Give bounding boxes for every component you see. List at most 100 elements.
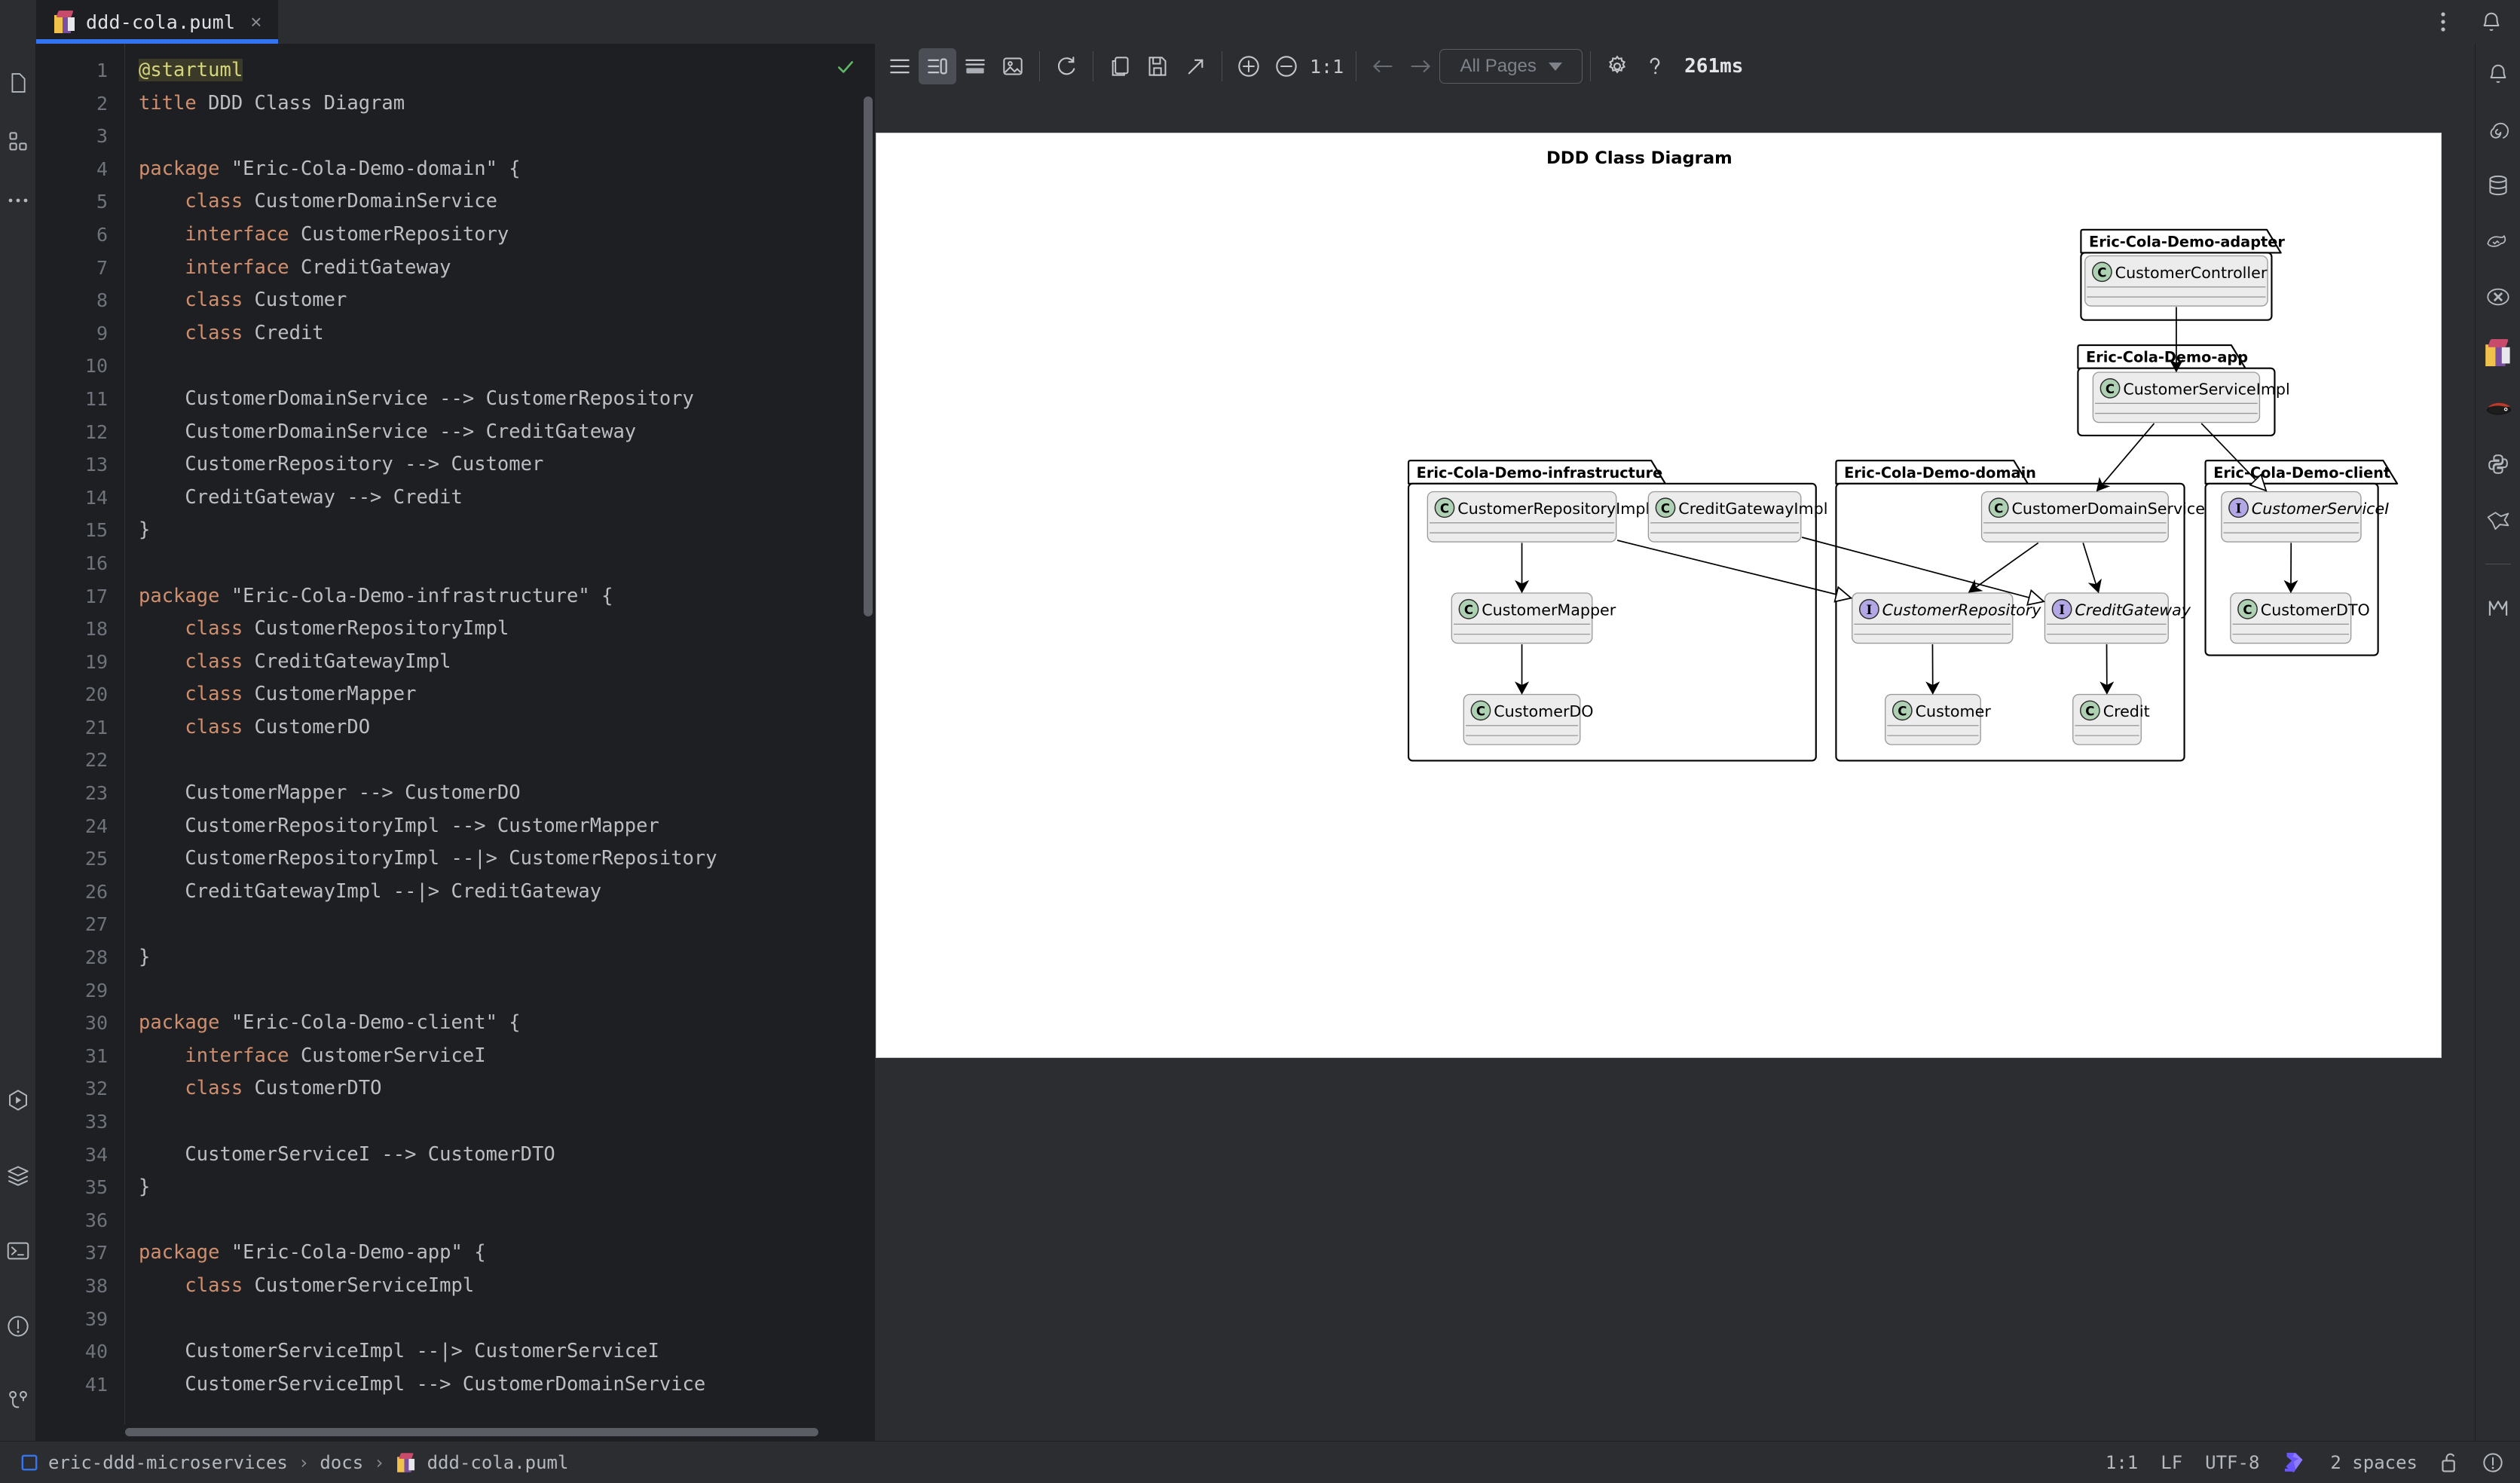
layout-stack-icon[interactable] <box>956 48 994 84</box>
sidebar-item-terminal[interactable] <box>2 1234 35 1267</box>
sidebar-item-run[interactable] <box>2 1084 35 1117</box>
code-line[interactable]: package "Eric-Cola-Demo-client" { <box>139 1007 875 1040</box>
code-line[interactable]: class CustomerMapper <box>139 678 875 711</box>
pages-selector[interactable]: All Pages <box>1439 49 1583 84</box>
code-line[interactable]: } <box>139 1171 875 1204</box>
diagram-canvas[interactable]: DDD Class Diagram Eric-Cola-Demo-adapter C… <box>876 133 2442 1058</box>
menu-icon[interactable] <box>881 48 919 84</box>
code-text[interactable]: @startuml title DDD Class Diagram package… <box>125 44 875 1424</box>
code-line[interactable]: CustomerRepositoryImpl --|> CustomerRepo… <box>139 842 875 876</box>
code-line[interactable]: package "Eric-Cola-Demo-infrastructure" … <box>139 580 875 613</box>
more-tool-windows-icon[interactable] <box>2 184 35 217</box>
spiral-ai-icon[interactable] <box>2482 113 2515 146</box>
code-line[interactable]: CustomerServiceI --> CustomerDTO <box>139 1139 875 1172</box>
notifications-bell-icon[interactable] <box>2482 57 2515 90</box>
sidebar-item-project[interactable] <box>2 66 35 99</box>
code-line[interactable]: title DDD Class Diagram <box>139 87 875 121</box>
open-external-icon[interactable] <box>1176 48 1214 84</box>
save-icon[interactable] <box>1139 48 1176 84</box>
code-line[interactable]: class CustomerDTO <box>139 1072 875 1105</box>
code-line[interactable]: class CustomerServiceImpl <box>139 1270 875 1303</box>
intellij-idea-icon[interactable] <box>2282 1450 2307 1475</box>
code-line[interactable]: interface CustomerRepository <box>139 219 875 252</box>
maven-icon[interactable] <box>2482 592 2515 625</box>
sidebar-item-structure[interactable] <box>2 125 35 158</box>
code-line[interactable]: @startuml <box>139 54 875 87</box>
class-box-CustomerDO[interactable]: C CustomerDO <box>1463 693 1594 745</box>
code-line[interactable]: CreditGatewayImpl --|> CreditGateway <box>139 876 875 909</box>
next-page-icon[interactable] <box>1402 48 1439 84</box>
plugins-icon[interactable] <box>2482 503 2515 537</box>
code-line[interactable] <box>139 120 875 153</box>
class-box-CreditGatewayImpl[interactable]: C CreditGatewayImpl <box>1647 491 1827 543</box>
more-options-icon[interactable] <box>2422 1 2464 43</box>
python-icon[interactable] <box>2482 448 2515 481</box>
class-box-CustomerRepositoryImpl[interactable]: C CustomerRepositoryImpl <box>1427 491 1650 543</box>
copy-icon[interactable] <box>1101 48 1139 84</box>
refresh-icon[interactable] <box>1047 48 1085 84</box>
code-line[interactable]: class CreditGatewayImpl <box>139 646 875 679</box>
database-icon[interactable] <box>2482 169 2515 202</box>
code-line[interactable] <box>139 974 875 1008</box>
layout-split-icon[interactable] <box>919 48 956 84</box>
zoom-in-icon[interactable] <box>1230 48 1268 84</box>
inspection-warning-icon[interactable] <box>2482 1452 2503 1473</box>
mongodb-icon[interactable] <box>2482 225 2515 258</box>
notifications-icon[interactable] <box>2470 1 2512 43</box>
code-line[interactable]: class CustomerRepositoryImpl <box>139 613 875 646</box>
diagram-title: DDD Class Diagram <box>1546 148 1732 168</box>
code-line[interactable] <box>139 1204 875 1237</box>
code-line[interactable]: class Customer <box>139 284 875 317</box>
class-box-Credit[interactable]: C Credit <box>2072 693 2150 745</box>
code-line[interactable]: class CustomerDO <box>139 711 875 745</box>
code-line[interactable]: CreditGateway --> Credit <box>139 482 875 515</box>
code-line[interactable]: CustomerRepositoryImpl --> CustomerMappe… <box>139 810 875 843</box>
code-line[interactable]: CustomerMapper --> CustomerDO <box>139 777 875 810</box>
file-encoding[interactable]: UTF-8 <box>2205 1452 2259 1473</box>
line-separator[interactable]: LF <box>2161 1452 2182 1473</box>
code-line[interactable]: CustomerServiceImpl --|> CustomerService… <box>139 1335 875 1368</box>
code-line[interactable]: class CustomerDomainService <box>139 185 875 219</box>
code-line[interactable]: package "Eric-Cola-Demo-app" { <box>139 1237 875 1270</box>
zoom-out-icon[interactable] <box>1268 48 1305 84</box>
code-line[interactable]: package "Eric-Cola-Demo-domain" { <box>139 153 875 186</box>
code-line[interactable] <box>139 908 875 941</box>
code-line[interactable] <box>139 1303 875 1336</box>
settings-gear-icon[interactable] <box>1598 48 1636 84</box>
caret-position[interactable]: 1:1 <box>2106 1452 2138 1473</box>
code-line[interactable] <box>139 744 875 777</box>
unlocked-icon[interactable] <box>2440 1452 2460 1473</box>
code-line[interactable]: CustomerDomainService --> CustomerReposi… <box>139 383 875 416</box>
code-line[interactable] <box>139 350 875 383</box>
code-line[interactable]: } <box>139 514 875 547</box>
code-line[interactable]: CustomerDomainService --> CreditGateway <box>139 416 875 449</box>
editor-tab-ddd-cola[interactable]: ddd-cola.puml × <box>36 0 279 44</box>
editor-vertical-scrollbar[interactable] <box>864 96 873 616</box>
code-line[interactable]: CustomerServiceImpl --> CustomerDomainSe… <box>139 1368 875 1402</box>
breadcrumb-item-folder[interactable]: docs <box>320 1452 363 1473</box>
prev-page-icon[interactable] <box>1364 48 1402 84</box>
sidebar-item-version-control[interactable] <box>2 1385 35 1418</box>
sidebar-item-services[interactable] <box>2 1159 35 1192</box>
class-box-CustomerDTO[interactable]: C CustomerDTO <box>2230 592 2370 644</box>
sidebar-item-problems[interactable] <box>2 1310 35 1343</box>
close-icon[interactable]: × <box>250 12 261 32</box>
code-line[interactable] <box>139 1105 875 1139</box>
code-line[interactable]: interface CreditGateway <box>139 252 875 285</box>
code-line[interactable] <box>139 547 875 580</box>
x-circle-icon[interactable] <box>2482 280 2515 313</box>
help-question-icon[interactable] <box>1636 48 1674 84</box>
code-line[interactable]: CustomerRepository --> Customer <box>139 448 875 482</box>
indent-setting[interactable]: 2 spaces <box>2330 1452 2418 1473</box>
ninja-icon[interactable] <box>2482 392 2515 425</box>
image-preview-icon[interactable] <box>994 48 1032 84</box>
class-box-CustomerMapper[interactable]: C CustomerMapper <box>1451 592 1616 644</box>
code-line[interactable]: class Credit <box>139 317 875 350</box>
class-box-Customer[interactable]: C Customer <box>1885 693 1992 745</box>
code-line[interactable]: interface CustomerServiceI <box>139 1040 875 1073</box>
editor-horizontal-scrollbar[interactable] <box>125 1428 818 1436</box>
breadcrumb-item-file[interactable]: ddd-cola.puml <box>427 1452 569 1473</box>
class-box-CustomerController[interactable]: C CustomerController <box>2084 255 2268 307</box>
code-line[interactable]: } <box>139 941 875 974</box>
breadcrumb-item-project[interactable]: eric-ddd-microservices <box>48 1452 288 1473</box>
